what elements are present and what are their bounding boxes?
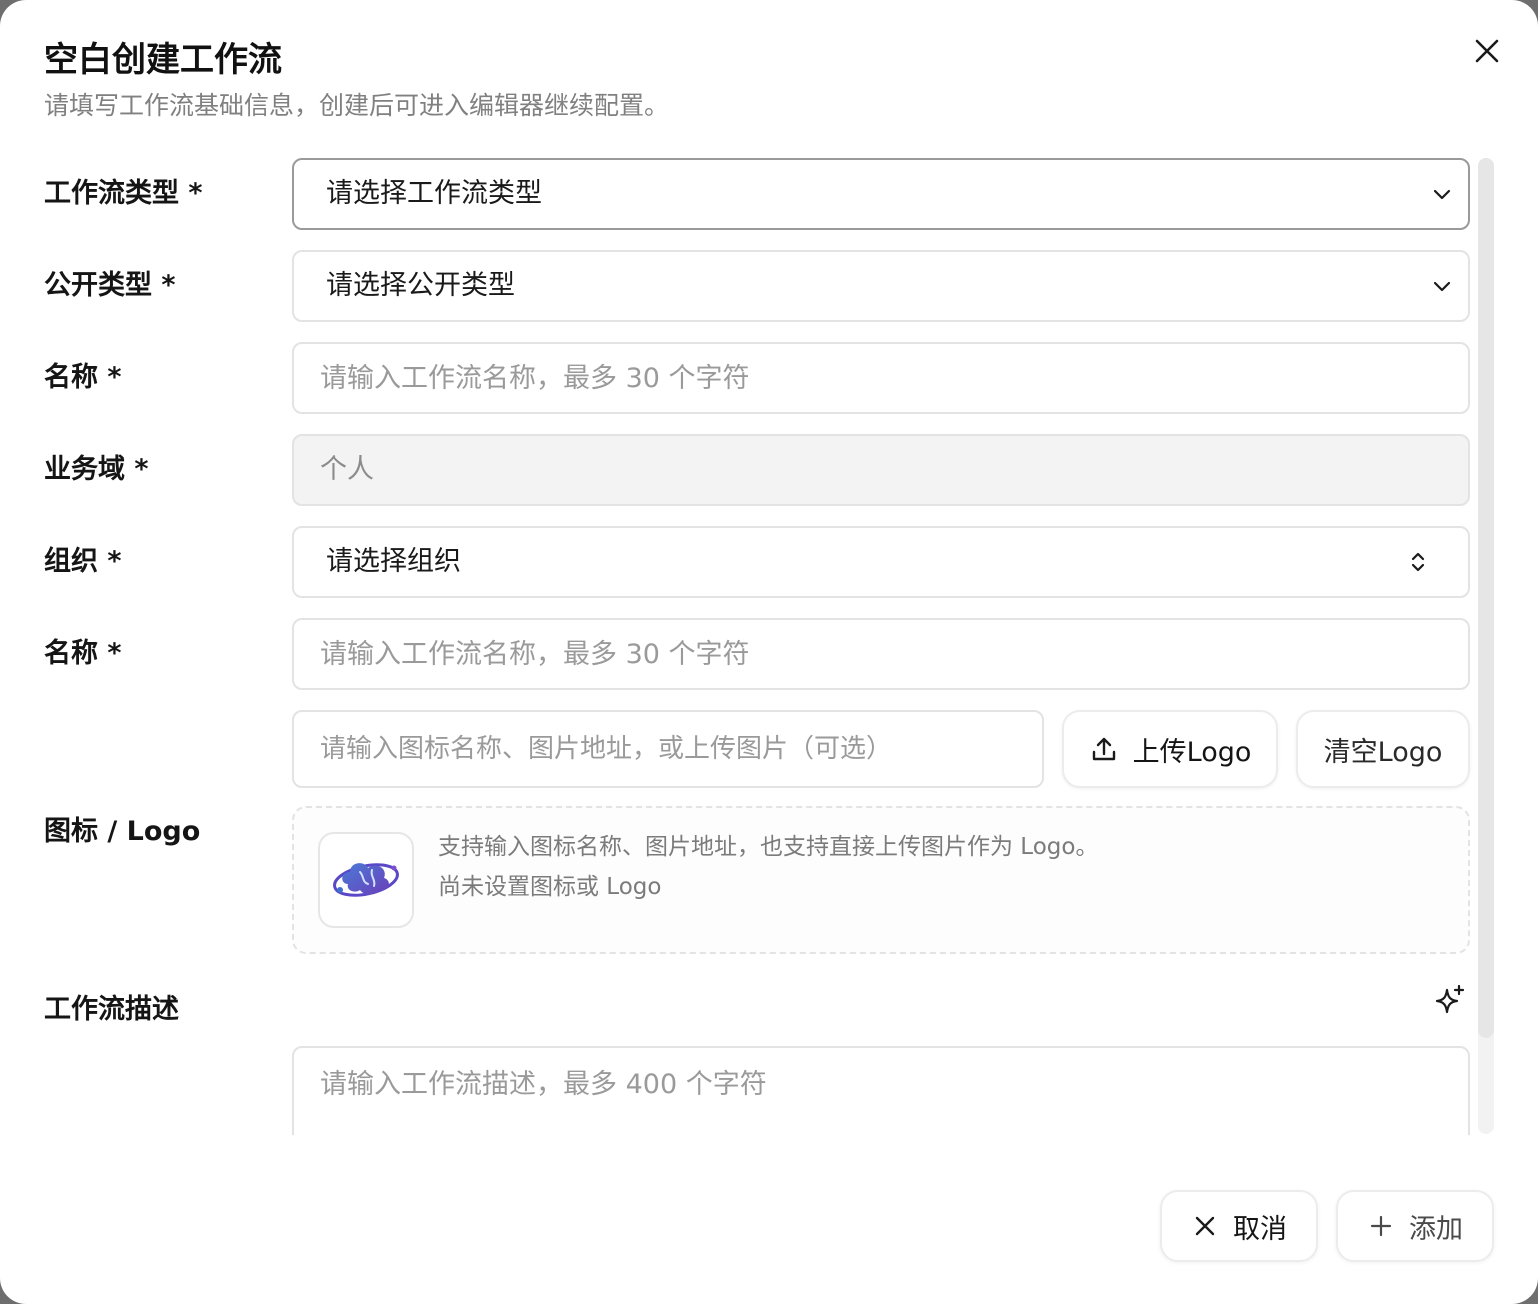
chevron-up-down-icon (1411, 552, 1425, 572)
upload-logo-label: 上传Logo (1132, 736, 1252, 768)
name-label: 名称 * (44, 362, 122, 393)
domain-label: 业务域 * (44, 454, 149, 485)
chevron-down-icon (1433, 189, 1451, 200)
visibility-select[interactable]: 请选择公开类型 (292, 250, 1470, 322)
plus-icon (1367, 1212, 1395, 1240)
description-textarea[interactable] (320, 1066, 1442, 1135)
visibility-value: 请选择公开类型 (326, 270, 515, 301)
clear-logo-label: 清空Logo (1323, 736, 1443, 768)
domain-field: 个人 (292, 434, 1470, 506)
organization-value: 请选择组织 (326, 546, 461, 577)
upload-icon (1089, 734, 1119, 764)
clear-logo-button[interactable]: 清空Logo (1296, 710, 1470, 788)
workflow-type-value: 请选择工作流类型 (326, 178, 542, 209)
dialog-subtitle: 请填写工作流基础信息，创建后可进入编辑器继续配置。 (44, 91, 670, 120)
add-button[interactable]: 添加 (1336, 1190, 1494, 1262)
close-button[interactable] (1468, 32, 1506, 70)
organization-label: 组织 * (44, 546, 122, 577)
ai-sparkle-icon[interactable] (1432, 982, 1468, 1018)
logo-preview-panel: 支持输入图标名称、图片地址，也支持直接上传图片作为 Logo。 尚未设置图标或 … (292, 806, 1470, 954)
logo-field[interactable] (292, 710, 1044, 788)
description-field[interactable] (292, 1046, 1470, 1135)
dialog-title: 空白创建工作流 (44, 40, 282, 80)
chevron-down-icon (1433, 281, 1451, 292)
name-input[interactable] (320, 344, 1468, 412)
logo-label: 图标 / Logo (44, 816, 201, 847)
dialog-body[interactable]: 工作流类型 * 请选择工作流类型 公开类型 * 请选择公开类型 名称 * 业务域… (0, 140, 1538, 1135)
domain-value: 个人 (320, 454, 374, 485)
upload-logo-button[interactable]: 上传Logo (1062, 710, 1278, 788)
logo-preview (318, 832, 414, 928)
create-workflow-dialog: 空白创建工作流 请填写工作流基础信息，创建后可进入编辑器继续配置。 工作流类型 … (0, 0, 1538, 1304)
workflow-type-select[interactable]: 请选择工作流类型 (292, 158, 1470, 230)
add-label: 添加 (1409, 1213, 1463, 1245)
description-label: 工作流描述 (44, 994, 179, 1025)
name2-input[interactable] (320, 620, 1468, 688)
visibility-label: 公开类型 * (44, 270, 176, 301)
brain-cloud-logo-icon (333, 863, 399, 897)
name2-field[interactable] (292, 618, 1470, 690)
close-icon (1191, 1212, 1219, 1240)
cancel-button[interactable]: 取消 (1160, 1190, 1318, 1262)
scrollbar-thumb[interactable] (1478, 158, 1494, 1038)
name2-label: 名称 * (44, 638, 122, 669)
logo-status: 尚未设置图标或 Logo (438, 874, 662, 900)
cancel-label: 取消 (1233, 1213, 1287, 1245)
close-icon (1475, 39, 1499, 63)
organization-select[interactable]: 请选择组织 (292, 526, 1470, 598)
workflow-type-label: 工作流类型 * (44, 178, 203, 209)
name-field[interactable] (292, 342, 1470, 414)
logo-hint: 支持输入图标名称、图片地址，也支持直接上传图片作为 Logo。 (438, 834, 1099, 860)
logo-input[interactable] (320, 734, 1042, 764)
